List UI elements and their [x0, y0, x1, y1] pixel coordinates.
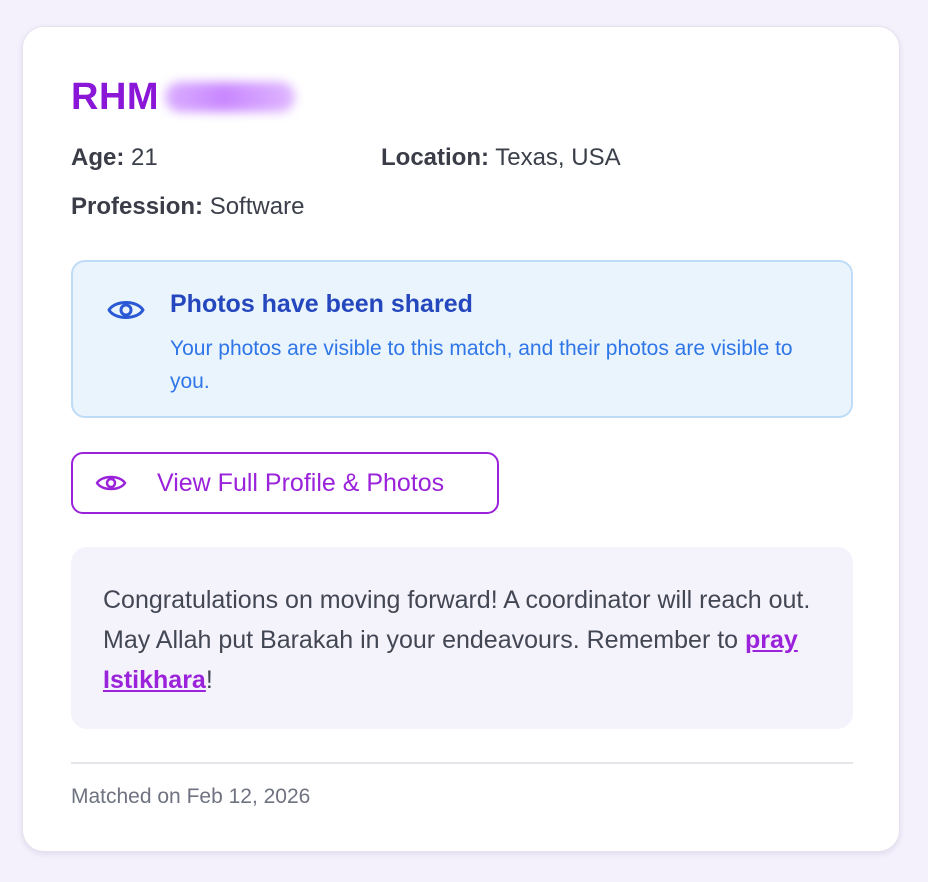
profession-label: Profession:: [71, 193, 204, 220]
age-field: Age: 21: [71, 144, 158, 172]
divider: [71, 762, 853, 764]
congrats-text-start: Congratulations on moving forward! A coo…: [103, 586, 811, 654]
location-label: Location:: [381, 144, 489, 171]
congrats-text-end: !: [205, 666, 213, 694]
location-value: Texas, USA: [495, 144, 621, 171]
congratulations-text: Congratulations on moving forward! A coo…: [103, 580, 823, 700]
profession-field: Profession: Software: [71, 193, 304, 221]
photos-shared-notice: Photos have been shared Your photos are …: [71, 260, 853, 418]
view-full-profile-button[interactable]: View Full Profile & Photos: [71, 452, 499, 514]
match-card: RHM Age: 21 Location: Texas, USA Profess…: [22, 26, 900, 852]
redacted-name-blur: [165, 82, 296, 112]
age-label: Age:: [71, 144, 125, 171]
view-full-profile-label: View Full Profile & Photos: [157, 468, 445, 497]
photos-shared-description: Your photos are visible to this match, a…: [170, 337, 793, 393]
age-value: 21: [131, 144, 158, 171]
location-field: Location: Texas, USA: [381, 144, 621, 172]
congratulations-message: Congratulations on moving forward! A coo…: [71, 547, 853, 729]
eye-icon: [107, 301, 145, 319]
matched-date: Matched on Feb 12, 2026: [71, 785, 311, 808]
match-name: RHM: [71, 75, 160, 118]
profession-value: Software: [209, 193, 305, 220]
match-name-row: RHM: [71, 73, 296, 121]
eye-icon: [95, 475, 127, 491]
photos-shared-title: Photos have been shared: [170, 290, 473, 318]
